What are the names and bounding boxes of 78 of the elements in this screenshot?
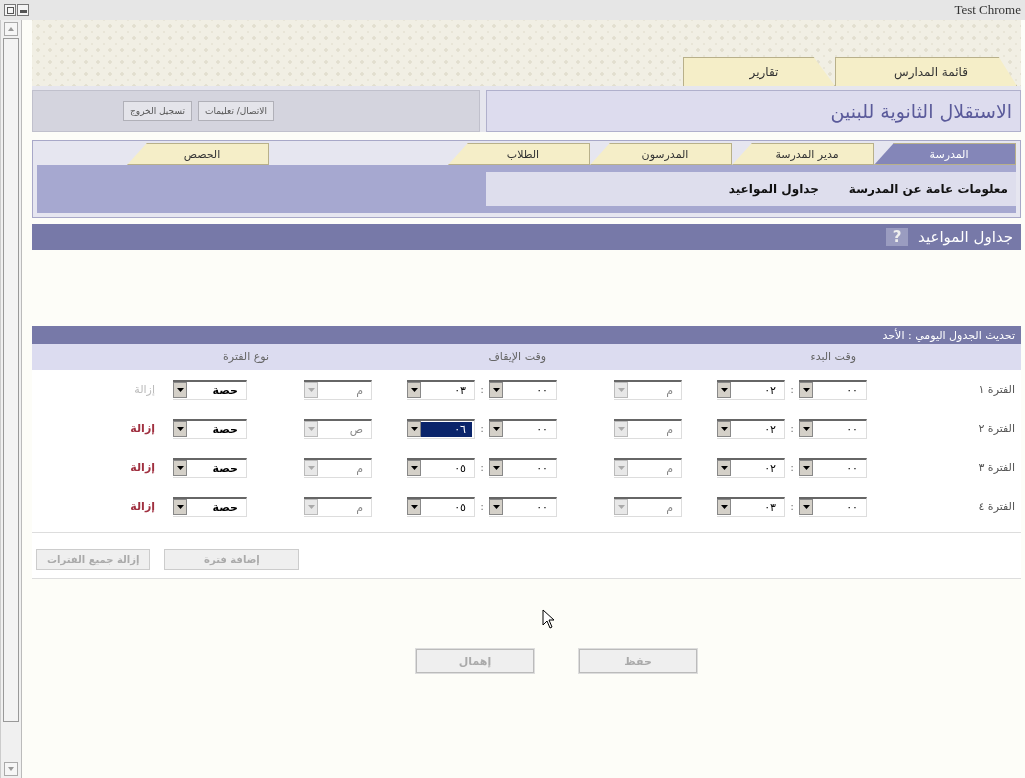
time-separator: :: [789, 383, 795, 396]
caret-icon[interactable]: [717, 499, 731, 515]
caret-icon[interactable]: [407, 421, 421, 437]
type-select[interactable]: حصة: [173, 418, 247, 439]
table-title: تحديث الجدول اليومي : الأحد: [882, 328, 1015, 342]
time-separator: :: [479, 383, 485, 396]
scrollbar[interactable]: [0, 20, 22, 778]
time-select[interactable]: ٠٥: [407, 457, 475, 478]
caret-icon[interactable]: [717, 382, 731, 398]
time-separator: :: [789, 500, 795, 513]
time-select[interactable]: ٠٦: [407, 418, 475, 439]
window-title: Test Chrome: [954, 2, 1021, 18]
subnav-link[interactable]: معلومات عامة عن المدرسة: [848, 182, 1008, 196]
time-select[interactable]: ٠٠: [799, 418, 867, 439]
nav-tab[interactable]: المدرسون: [590, 143, 732, 165]
time-select[interactable]: ٠٢: [717, 379, 785, 400]
restore-icon[interactable]: [6, 6, 14, 14]
type-select[interactable]: حصة: [173, 457, 247, 478]
page-title: جداول المواعيد: [918, 228, 1013, 246]
time-separator: :: [789, 422, 795, 435]
type-select[interactable]: حصة: [173, 379, 247, 400]
caret-icon[interactable]: [173, 421, 187, 437]
nav-tab[interactable]: مدير المدرسة: [732, 143, 874, 165]
column-header: وقت البدء: [810, 350, 856, 363]
type-select[interactable]: حصة: [173, 496, 247, 517]
time-separator: :: [479, 461, 485, 474]
period-label: الفترة ٤: [977, 500, 1016, 513]
time-separator: :: [479, 422, 485, 435]
scroll-thumb[interactable]: [3, 38, 19, 722]
time-select[interactable]: ٠٠: [799, 457, 867, 478]
nav-tab[interactable]: الطلاب: [448, 143, 590, 165]
remove-link[interactable]: إزالة: [130, 500, 155, 513]
time-select[interactable]: ٠٠: [489, 496, 557, 517]
remove-link[interactable]: إزالة: [130, 422, 155, 435]
mouse-pointer-icon: [542, 609, 556, 629]
time-select[interactable]: ٠٠: [799, 496, 867, 517]
column-header: نوع الفترة: [223, 350, 269, 363]
column-header: وقت الإيقاف: [488, 350, 546, 363]
time-select[interactable]: ٠٣: [717, 496, 785, 517]
header-button[interactable]: الاتصال/ تعليمات: [197, 101, 274, 121]
time-select[interactable]: ٠٠: [489, 418, 557, 439]
remove-link[interactable]: إزالة: [130, 461, 155, 474]
caret-icon[interactable]: [489, 421, 503, 437]
caret-icon[interactable]: [489, 382, 503, 398]
time-separator: :: [789, 461, 795, 474]
caret-icon[interactable]: [173, 382, 187, 398]
caret-icon[interactable]: [717, 460, 731, 476]
subnav-link[interactable]: جداول المواعيد: [728, 182, 819, 196]
school-name: الاستقلال الثانوية للبنين: [830, 100, 1012, 122]
nav-tab[interactable]: الحصص: [127, 143, 269, 165]
caret-icon[interactable]: [799, 421, 813, 437]
caret-icon[interactable]: [799, 499, 813, 515]
time-select[interactable]: ٠٠: [489, 457, 557, 478]
caret-icon[interactable]: [407, 460, 421, 476]
time-separator: :: [479, 500, 485, 513]
scroll-up-icon[interactable]: [4, 22, 18, 36]
caret-icon[interactable]: [489, 499, 503, 515]
caret-icon[interactable]: [407, 499, 421, 515]
time-select[interactable]: ٠٢: [717, 418, 785, 439]
top-tab[interactable]: تقارير: [683, 57, 835, 86]
period-label: الفترة ٢: [977, 422, 1016, 435]
caret-icon[interactable]: [407, 382, 421, 398]
caret-icon[interactable]: [489, 460, 503, 476]
time-select[interactable]: ٠٠: [489, 379, 557, 400]
period-label: الفترة ٣: [977, 461, 1016, 474]
scroll-down-icon[interactable]: [4, 762, 18, 776]
period-label: الفترة ١: [977, 383, 1016, 396]
time-select[interactable]: ٠٣: [407, 379, 475, 400]
top-tab[interactable]: قائمة المدارس: [835, 57, 1017, 86]
header-button[interactable]: تسجيل الخروج: [123, 101, 192, 121]
caret-icon[interactable]: [173, 499, 187, 515]
caret-icon[interactable]: [173, 460, 187, 476]
caret-icon[interactable]: [799, 382, 813, 398]
caret-icon[interactable]: [799, 460, 813, 476]
time-select[interactable]: ٠٢: [717, 457, 785, 478]
caret-icon[interactable]: [717, 421, 731, 437]
time-select[interactable]: ٠٠: [799, 379, 867, 400]
time-select[interactable]: ٠٥: [407, 496, 475, 517]
